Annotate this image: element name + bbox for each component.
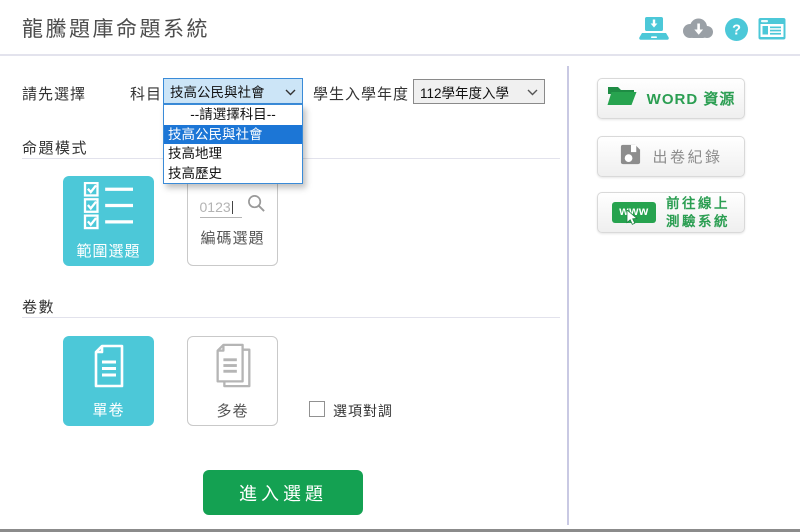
app-window: 龍騰題庫命題系統	[0, 0, 800, 532]
submit-button[interactable]: 進入選題	[203, 470, 363, 515]
dropdown-option[interactable]: 技高歷史	[164, 164, 302, 184]
code-select-button[interactable]: 0123 編碼選題	[187, 176, 278, 266]
help-icon[interactable]: ?	[724, 17, 749, 42]
www-icon: www	[612, 202, 656, 223]
word-resource-label: WORD 資源	[647, 88, 736, 109]
vertical-divider	[567, 66, 569, 525]
browser-window-icon[interactable]	[758, 17, 786, 41]
svg-text:?: ?	[732, 22, 741, 38]
dropdown-option[interactable]: --請選擇科目--	[164, 105, 302, 125]
subject-select-value: 技高公民與社會	[170, 81, 265, 101]
swap-options-label: 選項對調	[333, 401, 393, 421]
text-cursor	[232, 201, 233, 214]
code-input[interactable]: 0123	[200, 199, 242, 218]
laptop-download-icon[interactable]	[638, 16, 670, 42]
year-label: 學生入學年度	[313, 83, 409, 104]
folder-icon	[607, 84, 637, 113]
cursor-icon	[626, 210, 638, 231]
cloud-download-icon[interactable]	[679, 16, 715, 42]
online-test-button[interactable]: www 前往線上 測驗系統	[597, 192, 745, 233]
app-header: 龍騰題庫命題系統	[0, 0, 800, 56]
single-paper-button[interactable]: 單卷	[63, 336, 154, 426]
header-toolbar: ?	[638, 15, 786, 43]
document-icon	[89, 343, 129, 394]
prompt-label: 請先選擇	[22, 83, 86, 104]
range-select-button[interactable]: 範圍選題	[63, 176, 154, 266]
multi-paper-label: 多卷	[216, 400, 248, 421]
subject-dropdown: --請選擇科目-- 技高公民與社會 技高地理 技高歷史	[163, 104, 303, 184]
section-divider	[22, 317, 560, 318]
documents-icon	[210, 342, 256, 395]
single-paper-label: 單卷	[92, 399, 124, 420]
app-title: 龍騰題庫命題系統	[22, 13, 210, 43]
mode-section-title: 命題模式	[22, 137, 88, 158]
word-resource-button[interactable]: WORD 資源	[597, 78, 745, 119]
code-select-label: 編碼選題	[200, 227, 264, 248]
record-button[interactable]: 出卷紀錄	[597, 136, 745, 177]
subject-label: 科目	[130, 83, 162, 104]
dropdown-option-selected[interactable]: 技高公民與社會	[164, 125, 302, 145]
papers-section-title: 卷數	[22, 296, 55, 317]
chevron-down-icon	[527, 84, 538, 99]
search-icon	[247, 194, 266, 218]
range-select-label: 範圍選題	[76, 240, 140, 261]
year-select[interactable]: 112學年度入學	[413, 79, 545, 104]
multi-paper-button[interactable]: 多卷	[187, 336, 278, 426]
subject-select[interactable]: 技高公民與社會	[163, 78, 303, 104]
chevron-down-icon	[285, 84, 296, 99]
checklist-icon	[83, 182, 135, 235]
record-label: 出卷紀錄	[652, 146, 722, 167]
floppy-icon	[619, 143, 642, 171]
dropdown-option[interactable]: 技高地理	[164, 144, 302, 164]
swap-options-checkbox[interactable]	[309, 401, 325, 417]
online-test-label: 前往線上 測驗系統	[666, 195, 730, 230]
year-select-value: 112學年度入學	[420, 82, 509, 102]
